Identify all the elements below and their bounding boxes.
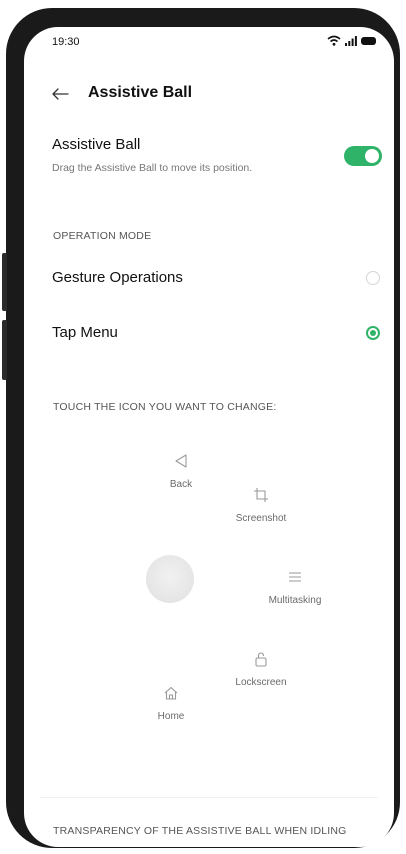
screenshot-icon [254,488,268,502]
page-title: Assistive Ball [88,84,193,101]
status-time: 19:30 [52,36,80,48]
phone-frame: 19:30 Assistive Ball Assistive Ball Drag… [2,8,400,848]
screen: 19:30 Assistive Ball Assistive Ball Drag… [24,27,394,847]
option-tap-menu[interactable]: Tap Menu [24,311,394,355]
assistive-ball-setting-description: Drag the Assistive Ball to move its posi… [52,162,253,174]
divider [40,797,378,798]
icon-slot-home[interactable]: Home [136,685,206,722]
back-triangle-icon [175,454,187,468]
option-label: Tap Menu [52,324,118,341]
icon-editor-label: TOUCH THE ICON YOU WANT TO CHANGE: [53,401,277,413]
icon-editor-panel: Back Screenshot Multitasking Lockscreen … [40,427,378,767]
assistive-ball-preview[interactable] [146,555,194,603]
icon-slot-multitasking[interactable]: Multitasking [250,569,340,606]
assistive-ball-setting-title: Assistive Ball [52,136,141,153]
home-icon [164,686,178,700]
status-bar: 19:30 [24,27,394,57]
option-gesture-operations[interactable]: Gesture Operations [24,256,394,300]
assistive-ball-toggle[interactable] [344,146,382,166]
transparency-label: TRANSPARENCY OF THE ASSISTIVE BALL WHEN … [53,825,347,837]
icon-slot-screenshot[interactable]: Screenshot [216,487,306,524]
icon-label: Multitasking [268,595,322,606]
icon-slot-back[interactable]: Back [146,453,216,490]
header: Assistive Ball [24,82,394,110]
icon-slot-lockscreen[interactable]: Lockscreen [216,651,306,688]
radio-button[interactable] [366,326,380,340]
wifi-icon [327,35,341,46]
battery-icon [361,36,376,45]
signal-icon [345,35,357,46]
power-button [2,320,7,380]
toggle-knob [365,149,379,163]
menu-lines-icon [289,572,301,582]
radio-button[interactable] [366,271,380,285]
icon-label: Screenshot [235,513,287,524]
lock-icon [255,652,267,667]
icon-label: Lockscreen [235,677,287,688]
operation-mode-label: OPERATION MODE [53,230,152,242]
assistive-ball-setting-row[interactable]: Assistive Ball Drag the Assistive Ball t… [24,131,394,183]
icon-label: Home [157,711,185,722]
status-icons [327,35,376,46]
option-label: Gesture Operations [52,269,183,286]
volume-button [2,253,7,311]
icon-label: Back [169,479,193,490]
arrow-left-icon[interactable] [50,86,70,102]
